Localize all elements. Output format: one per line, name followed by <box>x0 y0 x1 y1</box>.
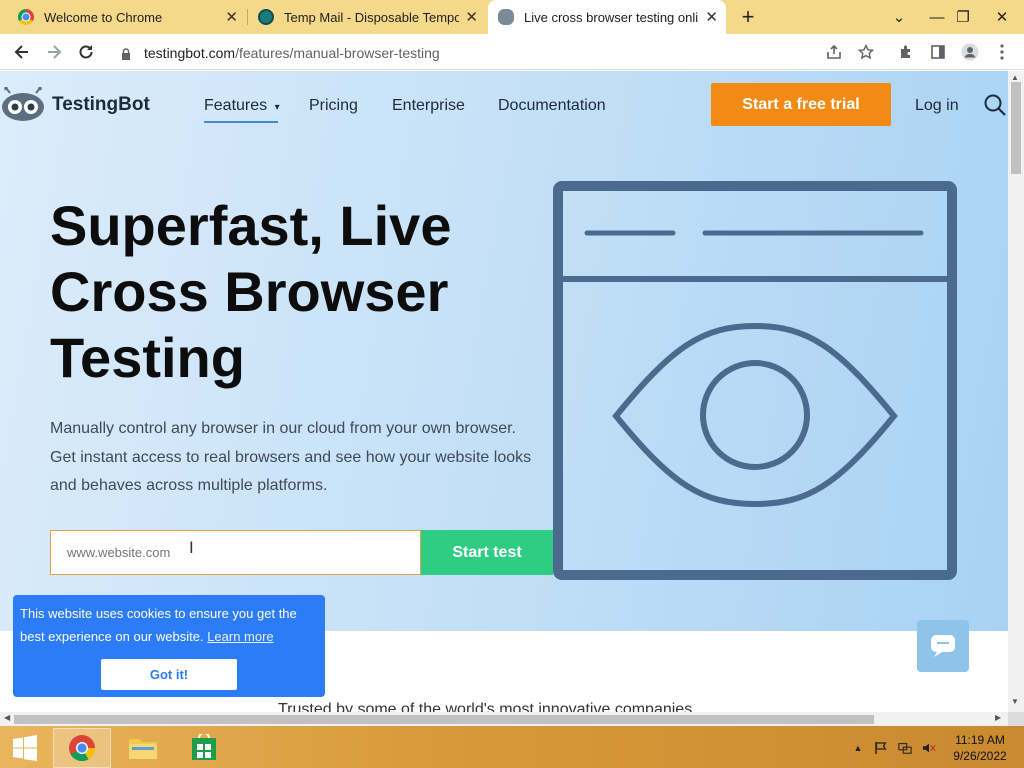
hero-subtext: Manually control any browser in our clou… <box>50 420 532 494</box>
scroll-left-arrow-icon[interactable]: ◀ <box>4 713 10 722</box>
forward-icon[interactable] <box>40 38 68 66</box>
new-tab-button[interactable]: + <box>731 0 765 34</box>
nav-features-label: Features <box>204 97 268 114</box>
bookmark-star-icon[interactable] <box>852 38 880 66</box>
active-nav-indicator <box>204 121 278 123</box>
clock-time: 11:19 AM <box>955 733 1005 747</box>
url-host: testingbot.com <box>144 44 236 61</box>
back-icon[interactable] <box>8 38 36 66</box>
volume-muted-icon[interactable] <box>922 741 936 755</box>
nav-features[interactable]: Features ▾ <box>204 97 280 115</box>
tab-testingbot[interactable]: Live cross browser testing online. ✕ <box>488 0 726 34</box>
brand-name: TestingBot <box>52 94 150 115</box>
lock-icon <box>121 47 131 60</box>
close-tab-icon[interactable]: ✕ <box>465 8 478 26</box>
tab-search-dropdown-icon[interactable]: ⌄ <box>882 0 916 34</box>
text-cursor-icon: Ⅰ <box>189 540 194 557</box>
start-free-trial-button[interactable]: Start a free trial <box>711 83 891 126</box>
menu-kebab-icon[interactable] <box>988 38 1016 66</box>
horizontal-scroll-thumb[interactable] <box>14 715 874 724</box>
tab-title: Live cross browser testing online. <box>524 9 699 25</box>
tab-tempmail[interactable]: Temp Mail - Disposable Tempora ✕ <box>248 0 486 34</box>
learn-more-link[interactable]: Learn more <box>207 629 273 644</box>
taskbar-file-explorer-button[interactable] <box>114 728 172 768</box>
tab-title: Welcome to Chrome <box>44 9 163 25</box>
testingbot-favicon-icon <box>498 9 514 25</box>
chat-bubble-icon <box>931 635 955 657</box>
taskbar-clock[interactable]: 11:19 AM 9/26/2022 <box>950 732 1010 764</box>
folder-icon <box>129 739 157 759</box>
reload-icon[interactable] <box>72 38 100 66</box>
show-hidden-icons-icon[interactable]: ▲ <box>851 741 865 755</box>
search-icon[interactable] <box>983 93 1007 117</box>
start-test-button[interactable]: Start test <box>421 530 553 575</box>
tempmail-icon <box>258 9 274 25</box>
network-icon[interactable] <box>898 741 912 755</box>
clock-date: 9/26/2022 <box>953 749 1007 763</box>
chevron-down-icon: ▾ <box>274 102 280 113</box>
store-icon <box>192 734 216 760</box>
trusted-by-heading: Trusted by some of the world's most inno… <box>278 701 693 712</box>
share-icon[interactable] <box>820 38 848 66</box>
cookie-accept-button[interactable]: Got it! <box>101 659 237 690</box>
windows-start-icon[interactable] <box>0 728 50 768</box>
action-center-flag-icon[interactable] <box>874 741 888 755</box>
browser-eye-illustration <box>553 181 957 580</box>
chat-widget-button[interactable] <box>917 620 969 672</box>
login-link[interactable]: Log in <box>915 97 959 115</box>
tab-title: Temp Mail - Disposable Tempora <box>284 9 459 25</box>
scroll-right-arrow-icon[interactable]: ▶ <box>995 713 1001 722</box>
nav-documentation[interactable]: Documentation <box>498 97 606 115</box>
close-window-button[interactable]: ✕ <box>980 0 1024 34</box>
restore-button[interactable]: ❐ <box>946 0 980 34</box>
nav-pricing[interactable]: Pricing <box>309 97 358 115</box>
close-tab-icon[interactable]: ✕ <box>225 8 238 26</box>
chrome-icon <box>69 735 96 762</box>
nav-enterprise[interactable]: Enterprise <box>392 97 465 115</box>
website-url-input[interactable] <box>50 530 421 575</box>
scroll-down-arrow-icon[interactable]: ▼ <box>1011 697 1019 706</box>
scrollbar-corner <box>1008 712 1024 726</box>
side-panel-icon[interactable] <box>924 38 952 66</box>
hero-headline: Superfast, Live Cross Browser Testing <box>50 194 452 389</box>
scroll-up-arrow-icon[interactable]: ▲ <box>1011 73 1019 82</box>
close-tab-icon[interactable]: ✕ <box>705 8 718 26</box>
extensions-icon[interactable] <box>892 38 920 66</box>
cookie-message: This website uses cookies to ensure you … <box>20 602 320 648</box>
taskbar-store-button[interactable] <box>175 728 233 768</box>
robot-logo-icon <box>2 87 44 121</box>
taskbar-chrome-button[interactable] <box>53 728 111 768</box>
chrome-icon <box>18 9 34 25</box>
profile-avatar-icon[interactable] <box>956 38 984 66</box>
tab-welcome[interactable]: Welcome to Chrome ✕ <box>0 0 246 34</box>
brand-logo[interactable]: TestingBot <box>0 87 150 123</box>
address-bar[interactable]: testingbot.com/features/manual-browser-t… <box>107 39 883 66</box>
url-path: /features/manual-browser-testing <box>235 44 440 61</box>
vertical-scroll-thumb[interactable] <box>1011 82 1021 174</box>
